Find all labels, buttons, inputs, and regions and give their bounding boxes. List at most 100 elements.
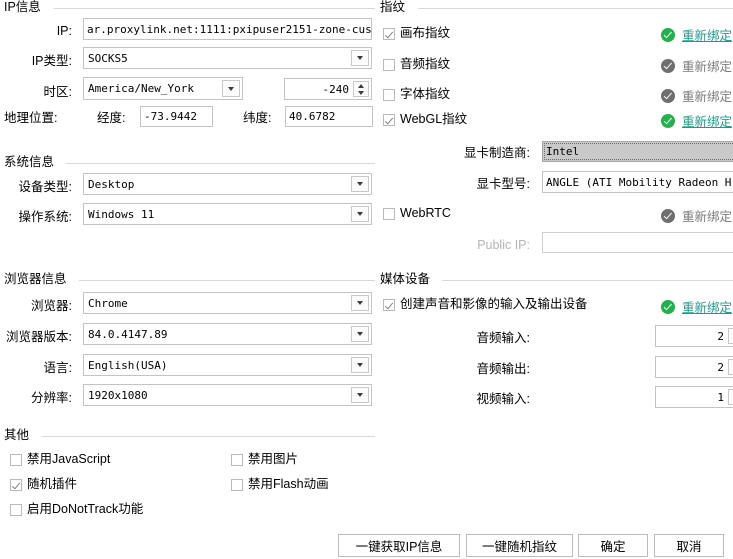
checkbox-box[interactable] [10, 503, 22, 516]
rebind-font[interactable]: 重新绑定 [661, 86, 732, 105]
checkbox-label: WebGL指纹 [400, 112, 468, 126]
ip-type-value: SOCKS5 [88, 51, 128, 65]
latitude-label: 纬度: [243, 111, 272, 125]
checkbox-disable-images[interactable]: 禁用图片 [231, 453, 298, 466]
checkbox-label: 启用DoNotTrack功能 [27, 502, 144, 516]
checkbox-label: 画布指纹 [400, 26, 451, 40]
stepper-up-icon[interactable] [729, 390, 733, 397]
resolution-label: 分辨率: [31, 391, 72, 405]
timezone-select[interactable]: America/New_York [83, 77, 243, 100]
rebind-link[interactable]: 重新绑定 [682, 111, 732, 130]
cancel-button[interactable]: 取消 [654, 534, 724, 557]
timezone-offset-value: -240 [322, 82, 350, 96]
stepper-buttons[interactable] [728, 389, 733, 405]
stepper-buttons[interactable] [728, 359, 733, 375]
os-label: 操作系统: [18, 210, 72, 224]
checkbox-box[interactable] [10, 453, 22, 466]
audio-input-stepper[interactable]: 2 [655, 325, 733, 347]
checkbox-label: 禁用图片 [248, 452, 299, 466]
checkbox-box[interactable] [383, 298, 395, 311]
chevron-down-icon[interactable] [351, 326, 369, 342]
chevron-down-icon[interactable] [351, 387, 369, 403]
checkbox-box[interactable] [383, 113, 395, 126]
checkbox-create-media-devices[interactable]: 创建声音和影像的输入及输出设备 [383, 298, 588, 311]
rebind-webrtc[interactable]: 重新绑定 [661, 206, 732, 225]
chevron-down-icon[interactable] [351, 357, 369, 373]
group-title-other: 其他 [4, 428, 35, 442]
os-select[interactable]: Windows 11 [83, 203, 372, 225]
ok-button[interactable]: 确定 [578, 534, 648, 557]
stepper-down-icon[interactable] [729, 367, 733, 374]
rebind-canvas[interactable]: 重新绑定 [661, 25, 732, 44]
get-ip-info-button[interactable]: 一键获取IP信息 [338, 534, 460, 557]
rebind-link[interactable]: 重新绑定 [682, 25, 732, 44]
latitude-input[interactable]: 40.6782 [285, 106, 373, 127]
gpu-vendor-input[interactable]: Intel [542, 141, 733, 162]
checkbox-box[interactable] [231, 478, 243, 491]
device-type-label: 设备类型: [18, 180, 72, 194]
ip-input[interactable]: ar.proxylink.net:1111:pxipuser2151-zone-… [83, 18, 372, 40]
checkbox-enable-donottrack[interactable]: 启用DoNotTrack功能 [10, 503, 143, 516]
checkbox-box[interactable] [231, 453, 243, 466]
checkbox-box[interactable] [383, 58, 395, 71]
rebind-audio[interactable]: 重新绑定 [661, 56, 732, 75]
stepper-up-icon[interactable] [729, 360, 733, 367]
resolution-value: 1920x1080 [88, 388, 148, 402]
timezone-offset-stepper[interactable]: -240 [284, 78, 372, 100]
group-title-browser-info: 浏览器信息 [4, 272, 72, 286]
stepper-up-icon[interactable] [354, 82, 368, 89]
video-input-stepper[interactable]: 1 [655, 386, 733, 408]
resolution-select[interactable]: 1920x1080 [83, 384, 372, 406]
chevron-down-icon[interactable] [351, 50, 369, 66]
rebind-link[interactable]: 重新绑定 [682, 297, 732, 316]
audio-output-label: 音频输出: [476, 362, 530, 376]
stepper-down-icon[interactable] [729, 397, 733, 404]
stepper-up-icon[interactable] [729, 329, 733, 336]
chevron-down-icon[interactable] [351, 206, 369, 222]
rebind-link[interactable]: 重新绑定 [682, 56, 732, 75]
checkbox-font-fingerprint[interactable]: 字体指纹 [383, 88, 450, 101]
language-label: 语言: [43, 361, 72, 375]
checkbox-webrtc[interactable]: WebRTC [383, 207, 451, 220]
group-divider [79, 280, 375, 281]
rebind-webgl[interactable]: 重新绑定 [661, 111, 732, 130]
checkbox-label: 创建声音和影像的输入及输出设备 [400, 297, 588, 311]
public-ip-label: Public IP: [477, 238, 530, 252]
browser-version-value: 84.0.4147.89 [88, 327, 168, 341]
random-fingerprint-button[interactable]: 一键随机指纹 [466, 534, 573, 557]
device-type-select[interactable]: Desktop [83, 173, 372, 195]
language-select[interactable]: English(USA) [83, 354, 372, 376]
stepper-buttons[interactable] [353, 81, 369, 97]
rebind-media-devices[interactable]: 重新绑定 [661, 297, 732, 316]
stepper-down-icon[interactable] [354, 89, 368, 96]
stepper-buttons[interactable] [728, 328, 733, 344]
rebind-link[interactable]: 重新绑定 [682, 86, 732, 105]
longitude-input[interactable]: -73.9442 [140, 106, 213, 127]
chevron-down-icon[interactable] [351, 295, 369, 311]
browser-version-select[interactable]: 84.0.4147.89 [83, 323, 372, 345]
ip-type-select[interactable]: SOCKS5 [83, 47, 372, 69]
browser-select[interactable]: Chrome [83, 292, 372, 314]
public-ip-input[interactable] [542, 232, 733, 253]
checkbox-webgl-fingerprint[interactable]: WebGL指纹 [383, 113, 467, 126]
checkbox-box[interactable] [10, 478, 22, 491]
video-input-label: 视频输入: [476, 392, 530, 406]
checkbox-disable-flash[interactable]: 禁用Flash动画 [231, 478, 329, 491]
check-circle-icon [661, 58, 675, 73]
chevron-down-icon[interactable] [222, 80, 240, 97]
chevron-down-icon[interactable] [351, 176, 369, 192]
group-divider [42, 436, 375, 437]
checkbox-audio-fingerprint[interactable]: 音频指纹 [383, 58, 450, 71]
fingerprint-config-dialog: IP信息 IP: ar.proxylink.net:1111:pxipuser2… [0, 0, 733, 559]
stepper-down-icon[interactable] [729, 336, 733, 343]
browser-version-label: 浏览器版本: [6, 330, 72, 344]
checkbox-box[interactable] [383, 207, 395, 220]
checkbox-canvas-fingerprint[interactable]: 画布指纹 [383, 27, 450, 40]
checkbox-random-plugins[interactable]: 随机插件 [10, 478, 77, 491]
checkbox-disable-javascript[interactable]: 禁用JavaScript [10, 453, 110, 466]
rebind-link[interactable]: 重新绑定 [682, 206, 732, 225]
checkbox-box[interactable] [383, 88, 395, 101]
audio-output-stepper[interactable]: 2 [655, 356, 733, 378]
gpu-model-input[interactable]: ANGLE (ATI Mobility Radeon H [542, 171, 733, 193]
checkbox-box[interactable] [383, 27, 395, 40]
